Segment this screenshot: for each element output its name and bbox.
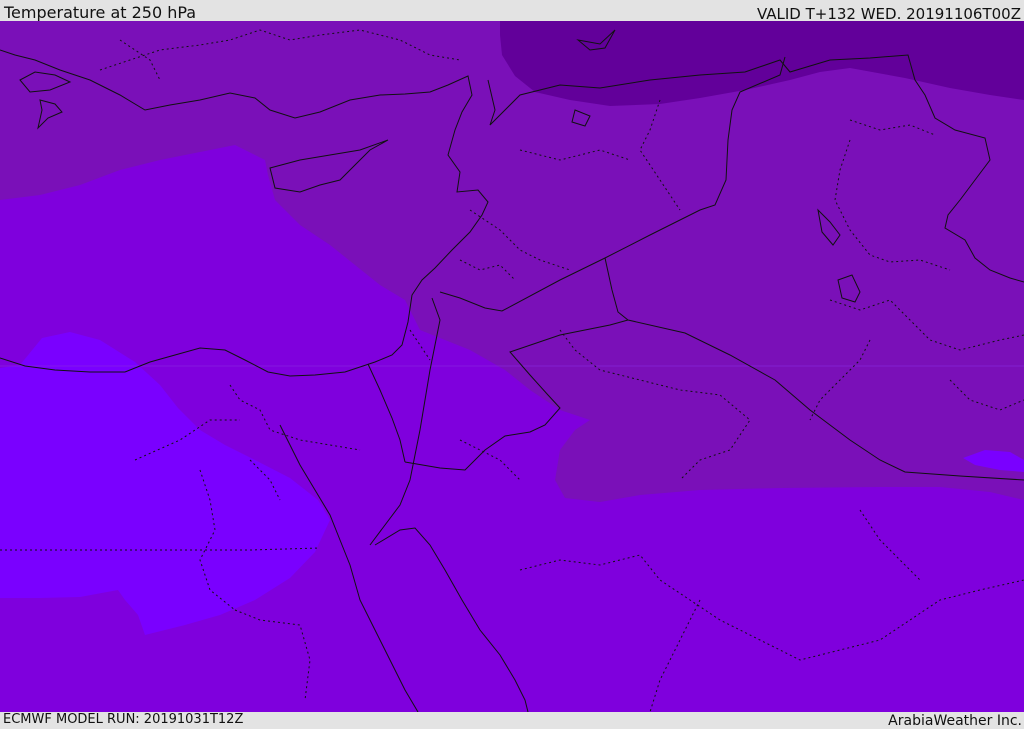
model-run: ECMWF MODEL RUN: 20191031T12Z [3, 712, 244, 727]
footer-bar: ECMWF MODEL RUN: 20191031T12Z ArabiaWeat… [0, 712, 1024, 729]
map-panel[interactable] [0, 21, 1024, 712]
map-title: Temperature at 250 hPa [4, 3, 197, 22]
credit: ArabiaWeather Inc. [888, 713, 1022, 729]
header-bar: Temperature at 250 hPa VALID T+132 WED. … [0, 0, 1024, 23]
map-svg[interactable] [0, 21, 1024, 712]
